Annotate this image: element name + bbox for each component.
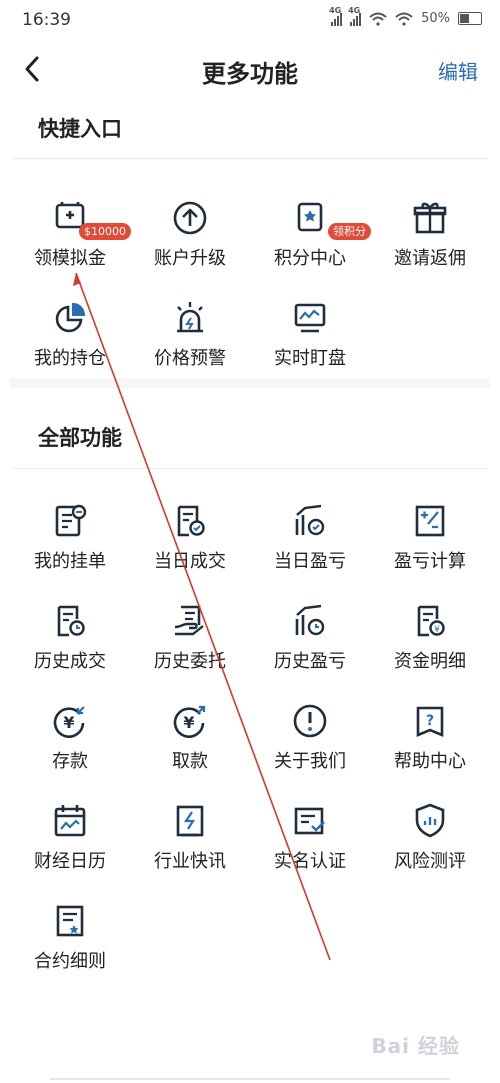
home-indicator — [50, 1078, 450, 1080]
annotation-arrow — [73, 272, 331, 961]
watermark: Bai 经验 — [371, 1034, 460, 1058]
